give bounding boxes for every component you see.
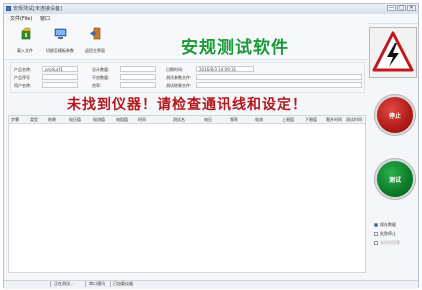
menu-window[interactable]: 窗口: [40, 15, 50, 22]
column-header[interactable]: 上限值: [282, 117, 294, 123]
datetime-label: 日期时间:: [166, 67, 184, 72]
reset-on-shutdown-checkbox: [374, 241, 378, 245]
error-message: 未找到仪器！请检查通讯线和设定！: [67, 97, 307, 113]
test-result-file-label: 测试结果文件:: [166, 83, 192, 88]
maximize-button[interactable]: □: [397, 5, 406, 11]
switch-template-label: 切换至模板参数: [46, 48, 74, 53]
column-header[interactable]: 时间: [138, 117, 146, 123]
app-icon: [6, 6, 11, 11]
results-table[interactable]: [8, 115, 366, 273]
load-file-icon: [21, 27, 31, 40]
save-data-label: 保存数据: [380, 222, 396, 227]
stop-on-fail-label: 失败停止: [380, 231, 396, 236]
column-header[interactable]: 电压值: [69, 117, 81, 123]
status-separator: [85, 281, 86, 287]
column-header[interactable]: 下限值: [305, 117, 317, 123]
switch-template-icon: [54, 28, 67, 39]
user-name-field[interactable]: [42, 82, 78, 88]
return-main-label: 返回主界面: [85, 48, 105, 53]
total-qty-label: 总计数量:: [92, 67, 110, 72]
column-header[interactable]: 类型: [30, 117, 38, 123]
app-title: 安规测试软件: [181, 38, 289, 58]
status-separator: [50, 281, 51, 287]
product-name-field[interactable]: product1: [42, 66, 78, 72]
total-qty-field: [120, 66, 156, 72]
column-header[interactable]: 测试时间: [346, 117, 362, 123]
high-voltage-icon: [372, 31, 414, 72]
test-button[interactable]: 测试: [375, 159, 415, 199]
title-bar: [4, 4, 418, 14]
datetime-field: 2016/8/3 14:09:31: [196, 66, 254, 72]
stop-on-fail-checkbox[interactable]: [374, 232, 378, 236]
bad-qty-label: 不良数量:: [92, 75, 110, 80]
yield-field: [120, 82, 156, 88]
column-header[interactable]: 电流: [255, 117, 263, 123]
high-voltage-panel: [369, 27, 417, 78]
column-header[interactable]: 频率: [230, 117, 238, 123]
window-title: 安规测试[未连接设备]: [13, 6, 62, 12]
status-testing: 正在测试...: [54, 281, 74, 286]
test-param-file-label: 测试参数文件:: [166, 75, 192, 80]
return-main-button[interactable]: 返回主界面: [80, 26, 110, 58]
save-data-option[interactable]: 保存数据: [374, 222, 396, 228]
column-header[interactable]: 测试名: [173, 117, 185, 123]
reset-on-shutdown-label: 关机时回零: [380, 240, 400, 245]
product-no-field[interactable]: [42, 74, 78, 80]
user-name-label: 用户名称:: [14, 83, 32, 88]
status-instrument: 已加载仪器: [113, 281, 133, 286]
product-name-label: 产品名称:: [14, 67, 32, 72]
column-header[interactable]: 电压: [204, 117, 212, 123]
bad-qty-field: [120, 74, 156, 80]
product-no-label: 产品序号: [14, 75, 30, 80]
status-separator: [110, 281, 111, 287]
column-header[interactable]: 步骤: [11, 117, 19, 123]
load-file-label: 载入文件: [17, 48, 33, 53]
status-serial: 串口通讯: [89, 281, 105, 286]
minimize-button[interactable]: —: [387, 5, 396, 11]
yield-label: 良率:: [92, 83, 102, 88]
load-file-button[interactable]: 载入文件: [10, 26, 40, 58]
test-param-file-field[interactable]: [196, 74, 362, 80]
stop-on-fail-option[interactable]: 失败停止: [374, 231, 396, 237]
save-data-checkbox[interactable]: [374, 223, 378, 227]
test-result-file-field[interactable]: [196, 82, 362, 88]
column-header[interactable]: 爬升时间: [326, 117, 342, 123]
return-main-icon: [90, 27, 101, 40]
switch-template-button[interactable]: 切换至模板参数: [45, 26, 75, 58]
stop-button[interactable]: 停止: [375, 95, 415, 135]
menu-file[interactable]: 文件(File): [10, 15, 32, 22]
reset-on-shutdown-option: 关机时回零: [374, 240, 400, 246]
close-button[interactable]: ✕: [407, 5, 416, 11]
column-header[interactable]: 电阻值: [116, 117, 128, 123]
column-header[interactable]: 结果: [48, 117, 56, 123]
column-header[interactable]: 电流值: [93, 117, 105, 123]
